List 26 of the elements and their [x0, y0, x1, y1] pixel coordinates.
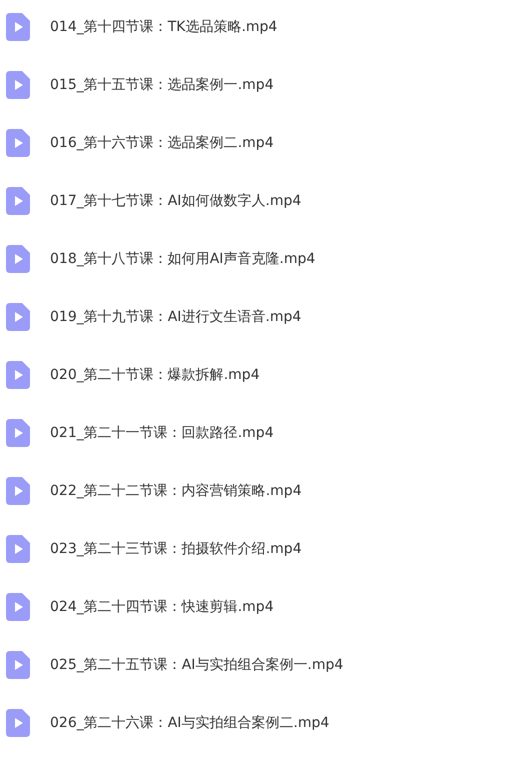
file-name[interactable]: 017_第十七节课：AI如何做数字人.mp4	[50, 192, 302, 210]
video-file-icon	[6, 361, 30, 389]
file-name[interactable]: 022_第二十二节课：内容营销策略.mp4	[50, 482, 302, 500]
video-file-icon	[6, 419, 30, 447]
file-name[interactable]: 025_第二十五节课：AI与实拍组合案例一.mp4	[50, 656, 344, 674]
video-file-icon	[6, 477, 30, 505]
video-file-icon	[6, 303, 30, 331]
file-name[interactable]: 024_第二十四节课：快速剪辑.mp4	[50, 598, 274, 616]
video-file-icon	[6, 13, 30, 41]
file-name[interactable]: 026_第二十六课：AI与实拍组合案例二.mp4	[50, 714, 330, 732]
video-file-icon	[6, 535, 30, 563]
file-name[interactable]: 023_第二十三节课：拍摄软件介绍.mp4	[50, 540, 302, 558]
video-file-icon	[6, 651, 30, 679]
file-name[interactable]: 015_第十五节课：选品案例一.mp4	[50, 76, 274, 94]
video-file-icon	[6, 187, 30, 215]
file-name[interactable]: 021_第二十一节课：回款路径.mp4	[50, 424, 274, 442]
file-name[interactable]: 019_第十九节课：AI进行文生语音.mp4	[50, 308, 302, 326]
file-name[interactable]: 016_第十六节课：选品案例二.mp4	[50, 134, 274, 152]
file-name[interactable]: 018_第十八节课：如何用AI声音克隆.mp4	[50, 250, 316, 268]
video-file-icon	[6, 71, 30, 99]
video-file-icon	[6, 593, 30, 621]
file-name[interactable]: 014_第十四节课：TK选品策略.mp4	[50, 18, 278, 36]
video-file-icon	[6, 129, 30, 157]
video-file-icon	[6, 245, 30, 273]
file-name[interactable]: 020_第二十节课：爆款拆解.mp4	[50, 366, 260, 384]
video-file-icon	[6, 709, 30, 737]
